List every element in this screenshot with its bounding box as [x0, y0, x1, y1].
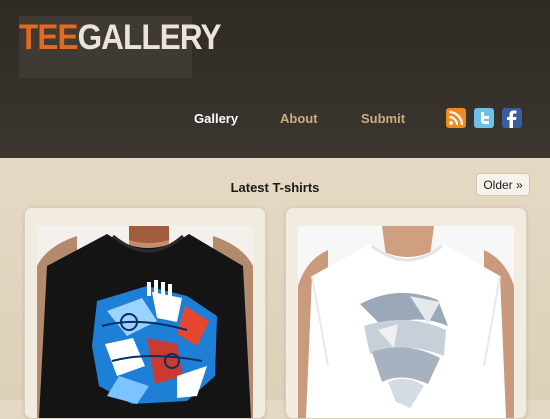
nav-submit[interactable]: Submit	[361, 111, 405, 126]
nav-gallery[interactable]: Gallery	[194, 111, 238, 126]
older-button[interactable]: Older »	[476, 173, 530, 196]
tshirt-image-black[interactable]	[37, 226, 253, 418]
rss-icon[interactable]	[446, 108, 466, 128]
nav-about[interactable]: About	[280, 111, 318, 126]
twitter-icon[interactable]	[474, 108, 494, 128]
site-header: TEEGALLERY Gallery About Submit	[0, 0, 550, 158]
logo-text-tee: TEE	[19, 18, 78, 57]
tshirt-image-white[interactable]	[298, 226, 514, 418]
facebook-icon[interactable]	[502, 108, 522, 128]
section-title: Latest T-shirts	[230, 180, 320, 195]
tshirt-card[interactable]	[285, 207, 527, 419]
tshirt-card[interactable]	[24, 207, 266, 419]
logo-text-gallery: GALLERY	[77, 18, 222, 57]
site-logo[interactable]: TEEGALLERY	[19, 18, 222, 58]
